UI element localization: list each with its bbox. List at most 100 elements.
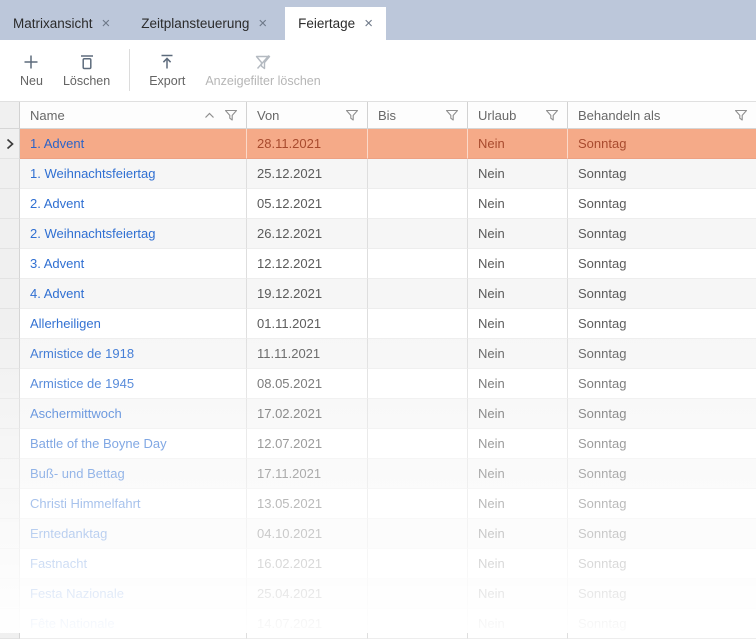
column-header-name[interactable]: Name bbox=[20, 102, 247, 128]
toolbar-button-label: Löschen bbox=[63, 74, 110, 88]
cell-bis bbox=[368, 279, 468, 309]
holiday-name-link[interactable]: Christi Himmelfahrt bbox=[20, 489, 247, 519]
holiday-name-link[interactable]: Aschermittwoch bbox=[20, 399, 247, 429]
cell-von: 12.12.2021 bbox=[247, 249, 368, 279]
loschen-button[interactable]: Löschen bbox=[53, 50, 120, 90]
table-row[interactable]: Fête Nationale14.07.2021 NeinSonntag bbox=[0, 609, 756, 639]
holiday-name-link[interactable]: Erntedanktag bbox=[20, 519, 247, 549]
row-gutter-cell bbox=[0, 189, 20, 219]
cell-behandeln-als: Sonntag bbox=[568, 609, 756, 639]
cell-bis bbox=[368, 249, 468, 279]
tab-close-icon[interactable]: × bbox=[258, 16, 267, 31]
cell-von: 05.12.2021 bbox=[247, 189, 368, 219]
filter-funnel-icon[interactable] bbox=[734, 108, 748, 122]
filter-funnel-icon[interactable] bbox=[445, 108, 459, 122]
cell-von: 17.02.2021 bbox=[247, 399, 368, 429]
filter-funnel-icon[interactable] bbox=[345, 108, 359, 122]
table-row[interactable]: Erntedanktag04.10.2021NeinSonntag bbox=[0, 519, 756, 549]
export-up-arrow-icon bbox=[157, 52, 177, 72]
holiday-name-link[interactable]: 1. Weihnachtsfeiertag bbox=[20, 159, 247, 189]
table-row[interactable]: Buß- und Bettag17.11.2021NeinSonntag bbox=[0, 459, 756, 489]
tab-matrixansicht[interactable]: Matrixansicht × bbox=[0, 7, 123, 40]
table-row[interactable]: 3. Advent12.12.2021NeinSonntag bbox=[0, 249, 756, 279]
holiday-name-link[interactable]: Festa Nazionale bbox=[20, 579, 247, 609]
table-header-row: Name VonBis Urlaub Behandeln als bbox=[0, 101, 756, 129]
app-window: Matrixansicht×Zeitplansteuerung×Feiertag… bbox=[0, 0, 756, 633]
cell-urlaub: Nein bbox=[468, 279, 568, 309]
row-gutter-cell bbox=[0, 489, 20, 519]
trash-icon bbox=[77, 52, 97, 72]
table-row[interactable]: 4. Advent19.12.2021NeinSonntag bbox=[0, 279, 756, 309]
table-row[interactable]: Allerheiligen01.11.2021NeinSonntag bbox=[0, 309, 756, 339]
cell-bis bbox=[368, 579, 468, 609]
holiday-name-link[interactable]: Armistice de 1945 bbox=[20, 369, 247, 399]
cell-von: 19.12.2021 bbox=[247, 279, 368, 309]
holiday-name-link[interactable]: Battle of the Boyne Day bbox=[20, 429, 247, 459]
cell-urlaub: Nein bbox=[468, 369, 568, 399]
neu-button[interactable]: Neu bbox=[10, 50, 53, 90]
row-gutter-cell bbox=[0, 249, 20, 279]
tab-zeitplansteuerung[interactable]: Zeitplansteuerung× bbox=[128, 7, 280, 40]
filter-funnel-icon[interactable] bbox=[545, 108, 559, 122]
row-gutter-cell bbox=[0, 579, 20, 609]
table-row[interactable]: Festa Nazionale25.04.2021NeinSonntag bbox=[0, 579, 756, 609]
cell-urlaub: Nein bbox=[468, 609, 568, 639]
holiday-name-link[interactable]: Armistice de 1918 bbox=[20, 339, 247, 369]
cell-von: 08.05.2021 bbox=[247, 369, 368, 399]
cell-bis bbox=[368, 309, 468, 339]
column-header-label: Behandeln als bbox=[578, 108, 734, 123]
table-row[interactable]: 2. Weihnachtsfeiertag26.12.2021NeinSonnt… bbox=[0, 219, 756, 249]
toolbar-button-label: Export bbox=[149, 74, 185, 88]
cell-behandeln-als: Sonntag bbox=[568, 219, 756, 249]
row-gutter-cell bbox=[0, 399, 20, 429]
column-header-urlaub[interactable]: Urlaub bbox=[468, 102, 568, 128]
holiday-name-link[interactable]: Allerheiligen bbox=[20, 309, 247, 339]
cell-bis bbox=[368, 159, 468, 189]
cell-von: 12.07.2021 bbox=[247, 429, 368, 459]
cell-von: 14.07.2021 bbox=[247, 609, 368, 639]
tab-label: Feiertage bbox=[298, 16, 355, 31]
table-row[interactable]: 2. Advent05.12.2021NeinSonntag bbox=[0, 189, 756, 219]
column-header-label: Name bbox=[30, 108, 204, 123]
column-header-bis[interactable]: Bis bbox=[368, 102, 468, 128]
tab-feiertage[interactable]: Feiertage × bbox=[285, 7, 386, 40]
holiday-name-link[interactable]: Buß- und Bettag bbox=[20, 459, 247, 489]
column-header-label: Urlaub bbox=[478, 108, 545, 123]
table-row[interactable]: Christi Himmelfahrt13.05.2021NeinSonntag bbox=[0, 489, 756, 519]
table-row[interactable]: 1. Weihnachtsfeiertag25.12.2021NeinSonnt… bbox=[0, 159, 756, 189]
row-gutter-cell bbox=[0, 549, 20, 579]
holiday-name-link[interactable]: Fête Nationale bbox=[20, 609, 247, 639]
holiday-name-link[interactable]: 2. Weihnachtsfeiertag bbox=[20, 219, 247, 249]
toolbar-divider bbox=[129, 49, 130, 91]
tab-close-icon[interactable]: × bbox=[102, 16, 111, 31]
holiday-name-link[interactable]: 1. Advent bbox=[20, 129, 247, 159]
cell-von: 04.10.2021 bbox=[247, 519, 368, 549]
table-row[interactable]: 1. Advent28.11.2021NeinSonntag bbox=[0, 129, 756, 159]
holiday-name-link[interactable]: 2. Advent bbox=[20, 189, 247, 219]
tab-label: Matrixansicht bbox=[13, 16, 93, 31]
table-row[interactable]: Aschermittwoch17.02.2021NeinSonntag bbox=[0, 399, 756, 429]
table-row[interactable]: Armistice de 194508.05.2021NeinSonntag bbox=[0, 369, 756, 399]
cell-behandeln-als: Sonntag bbox=[568, 129, 756, 159]
cell-urlaub: Nein bbox=[468, 579, 568, 609]
filter-funnel-icon[interactable] bbox=[224, 108, 238, 122]
row-gutter-cell bbox=[0, 519, 20, 549]
toolbar-button-label: Neu bbox=[20, 74, 43, 88]
column-header-behandeln-als[interactable]: Behandeln als bbox=[568, 102, 756, 128]
table-row[interactable]: Armistice de 191811.11.2021NeinSonntag bbox=[0, 339, 756, 369]
cell-behandeln-als: Sonntag bbox=[568, 519, 756, 549]
table-row[interactable]: Fastnacht16.02.2021NeinSonntag bbox=[0, 549, 756, 579]
holiday-name-link[interactable]: 4. Advent bbox=[20, 279, 247, 309]
toolbar-button-label: Anzeigefilter löschen bbox=[205, 74, 320, 88]
table-row[interactable]: Battle of the Boyne Day12.07.2021NeinSon… bbox=[0, 429, 756, 459]
table-body: 1. Advent28.11.2021NeinSonntag1. Weihnac… bbox=[0, 129, 756, 639]
holiday-name-link[interactable]: 3. Advent bbox=[20, 249, 247, 279]
export-button[interactable]: Export bbox=[139, 50, 195, 90]
column-header-von[interactable]: Von bbox=[247, 102, 368, 128]
cell-behandeln-als: Sonntag bbox=[568, 489, 756, 519]
holidays-table: NameVonBisUrlaubBehandeln als 1. Advent2… bbox=[0, 101, 756, 639]
tab-close-icon[interactable]: × bbox=[364, 16, 373, 31]
cell-von: 17.11.2021 bbox=[247, 459, 368, 489]
cell-bis bbox=[368, 339, 468, 369]
holiday-name-link[interactable]: Fastnacht bbox=[20, 549, 247, 579]
